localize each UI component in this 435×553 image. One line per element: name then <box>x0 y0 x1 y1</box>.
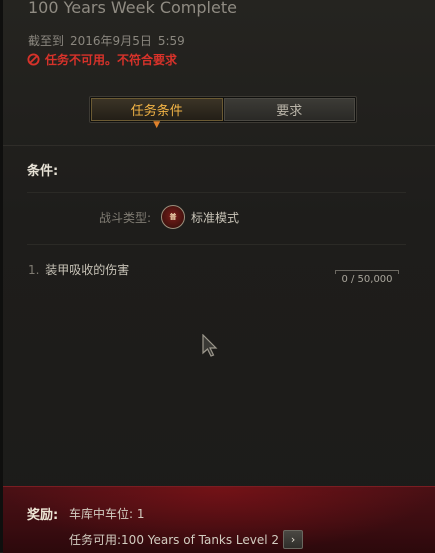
quest-deadline: 截至到 2016年9月5日 5:59 <box>28 32 191 49</box>
standard-mode-icon: 普 <box>161 205 186 229</box>
chevron-right-icon: › <box>290 533 296 546</box>
conditions-header: 条件: <box>27 164 59 179</box>
reward-bar: 奖励: 车库中车位: 1 任务可用:100 Years of Tanks Lev… <box>3 486 435 553</box>
tab-requirements[interactable]: 要求 <box>223 98 355 121</box>
mouse-cursor-icon <box>202 334 218 357</box>
chevron-down-icon: ▼ <box>153 120 161 130</box>
divider <box>27 192 406 193</box>
quest-tabs: 任务条件 ▼ 要求 <box>89 96 357 130</box>
quest-status: 任务不可用。不符合要求 <box>27 51 177 68</box>
battle-type-value: 标准模式 <box>191 210 240 225</box>
reward-unlock-text: 任务可用:100 Years of Tanks Level 2 <box>69 533 280 547</box>
quest-title: 100 Years Week Complete <box>28 0 237 17</box>
reward-unlock-row: 任务可用:100 Years of Tanks Level 2 › <box>69 530 304 549</box>
battle-type-label: 战斗类型: <box>99 210 152 225</box>
next-quest-button[interactable]: › <box>283 530 304 549</box>
quest-panel: 100 Years Week Complete 截至到 2016年9月5日 5:59… <box>0 0 435 553</box>
quest-status-text: 任务不可用。不符合要求 <box>45 53 178 67</box>
reward-label: 奖励: <box>27 508 59 523</box>
prohibited-icon <box>27 53 40 66</box>
tab-conditions-label: 任务条件 <box>130 104 183 119</box>
deadline-time: 5:59 <box>157 34 185 48</box>
divider <box>27 244 406 245</box>
condition-text: 装甲吸收的伤害 <box>45 263 130 277</box>
reward-garage-slot: 车库中车位: 1 <box>69 507 145 521</box>
deadline-date: 2016年9月5日 <box>70 34 152 48</box>
conditions-section: 条件: 战斗类型: 普 标准模式 1. 装甲吸收的伤害 0 / 50,000 <box>3 145 435 486</box>
condition-progress: 0 / 50,000 <box>335 270 399 287</box>
condition-index: 1. <box>28 263 40 277</box>
deadline-label: 截至到 <box>28 34 65 48</box>
tab-requirements-label: 要求 <box>276 104 303 119</box>
condition-item: 1. 装甲吸收的伤害 <box>28 261 129 278</box>
tab-conditions[interactable]: 任务条件 ▼ <box>91 98 223 130</box>
battle-type-row: 战斗类型: 普 标准模式 <box>99 202 239 232</box>
